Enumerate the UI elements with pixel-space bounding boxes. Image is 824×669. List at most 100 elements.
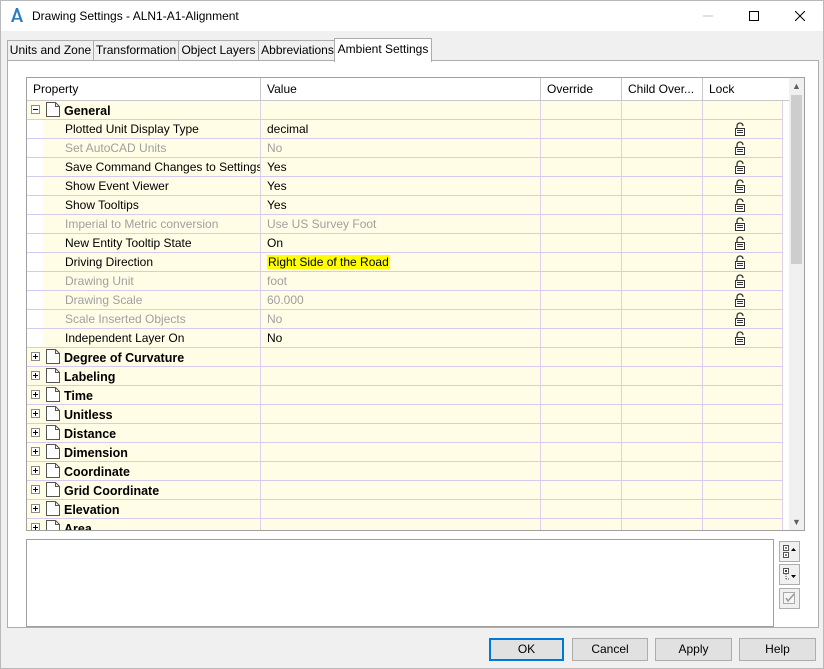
expand-icon[interactable] [31, 523, 40, 530]
column-header-child-override[interactable]: Child Over... [622, 78, 703, 100]
property-value[interactable]: Yes [261, 196, 541, 215]
property-row[interactable]: Scale Inserted Objects No [27, 310, 789, 329]
override-cell[interactable] [541, 177, 622, 196]
cancel-button[interactable]: Cancel [572, 638, 648, 661]
padlock-icon[interactable] [734, 293, 746, 307]
category-row[interactable]: Degree of Curvature [27, 348, 789, 367]
ok-button[interactable]: OK [489, 638, 564, 661]
lock-cell[interactable] [703, 196, 783, 215]
expand-icon[interactable] [31, 504, 40, 513]
property-value[interactable]: foot [261, 272, 541, 291]
category-row[interactable]: Coordinate [27, 462, 789, 481]
property-row[interactable]: Independent Layer On No [27, 329, 789, 348]
category-row[interactable]: Elevation [27, 500, 789, 519]
expand-icon[interactable] [31, 371, 40, 380]
padlock-icon[interactable] [734, 331, 746, 345]
property-row[interactable]: Show Tooltips Yes [27, 196, 789, 215]
override-cell[interactable] [541, 196, 622, 215]
tab-abbreviations[interactable]: Abbreviations [258, 40, 337, 60]
lock-cell[interactable] [703, 177, 783, 196]
padlock-icon[interactable] [734, 141, 746, 155]
lock-cell[interactable] [703, 234, 783, 253]
lock-cell[interactable] [703, 272, 783, 291]
override-cell[interactable] [541, 234, 622, 253]
property-value[interactable]: Right Side of the Road [261, 253, 541, 272]
tab-transformation[interactable]: Transformation [93, 40, 179, 60]
padlock-icon[interactable] [734, 236, 746, 250]
property-value[interactable]: No [261, 139, 541, 158]
property-row[interactable]: New Entity Tooltip State On [27, 234, 789, 253]
expand-icon[interactable] [31, 409, 40, 418]
category-row[interactable]: Time [27, 386, 789, 405]
property-value[interactable]: Yes [261, 177, 541, 196]
property-row[interactable]: Imperial to Metric conversion Use US Surv… [27, 215, 789, 234]
category-row-general[interactable]: General [27, 101, 789, 120]
override-cell[interactable] [541, 158, 622, 177]
expand-icon[interactable] [31, 352, 40, 361]
column-header-property[interactable]: Property [27, 78, 261, 100]
property-row[interactable]: Drawing Unit foot [27, 272, 789, 291]
property-row[interactable]: Save Command Changes to Settings Yes [27, 158, 789, 177]
property-value[interactable]: Yes [261, 158, 541, 177]
property-value[interactable]: On [261, 234, 541, 253]
padlock-icon[interactable] [734, 274, 746, 288]
override-cell[interactable] [541, 253, 622, 272]
lock-cell[interactable] [703, 215, 783, 234]
padlock-icon[interactable] [734, 160, 746, 174]
lock-cell[interactable] [703, 291, 783, 310]
padlock-icon[interactable] [734, 122, 746, 136]
scroll-up-arrow-icon[interactable]: ▲ [789, 78, 804, 93]
expand-icon[interactable] [31, 485, 40, 494]
expand-all-button[interactable] [779, 564, 800, 585]
padlock-icon[interactable] [734, 217, 746, 231]
edit-button[interactable] [779, 588, 800, 609]
minimize-button[interactable] [685, 1, 731, 31]
collapse-all-button[interactable] [779, 541, 800, 562]
category-row[interactable]: Distance [27, 424, 789, 443]
padlock-icon[interactable] [734, 312, 746, 326]
expand-icon[interactable] [31, 466, 40, 475]
padlock-icon[interactable] [734, 198, 746, 212]
category-row[interactable]: Dimension [27, 443, 789, 462]
lock-cell[interactable] [703, 158, 783, 177]
collapse-icon[interactable] [31, 105, 40, 114]
apply-button[interactable]: Apply [655, 638, 732, 661]
close-button[interactable] [777, 1, 823, 31]
override-cell[interactable] [541, 120, 622, 139]
property-value[interactable]: 60.000 [261, 291, 541, 310]
category-row[interactable]: Labeling [27, 367, 789, 386]
scrollbar-thumb[interactable] [791, 95, 802, 264]
override-cell[interactable] [541, 329, 622, 348]
property-value[interactable]: Use US Survey Foot [261, 215, 541, 234]
expand-icon[interactable] [31, 390, 40, 399]
category-row[interactable]: Area [27, 519, 789, 530]
column-header-override[interactable]: Override [541, 78, 622, 100]
lock-cell[interactable] [703, 329, 783, 348]
property-value[interactable]: decimal [261, 120, 541, 139]
property-row[interactable]: Driving Direction Right Side of the Road [27, 253, 789, 272]
property-row[interactable]: Drawing Scale 60.000 [27, 291, 789, 310]
padlock-icon[interactable] [734, 255, 746, 269]
expand-icon[interactable] [31, 428, 40, 437]
tab-ambient-settings[interactable]: Ambient Settings [334, 38, 432, 62]
override-cell[interactable] [541, 291, 622, 310]
expand-icon[interactable] [31, 447, 40, 456]
lock-cell[interactable] [703, 253, 783, 272]
category-row[interactable]: Grid Coordinate [27, 481, 789, 500]
maximize-button[interactable] [731, 1, 777, 31]
lock-cell[interactable] [703, 139, 783, 158]
override-cell[interactable] [541, 139, 622, 158]
column-header-lock[interactable]: Lock [703, 78, 789, 100]
override-cell[interactable] [541, 272, 622, 291]
property-row[interactable]: Plotted Unit Display Type decimal [27, 120, 789, 139]
category-row[interactable]: Unitless [27, 405, 789, 424]
override-cell[interactable] [541, 215, 622, 234]
property-row[interactable]: Show Event Viewer Yes [27, 177, 789, 196]
tab-units-and-zone[interactable]: Units and Zone [7, 40, 94, 60]
column-header-value[interactable]: Value [261, 78, 541, 100]
property-value[interactable]: No [261, 329, 541, 348]
help-button[interactable]: Help [739, 638, 816, 661]
padlock-icon[interactable] [734, 179, 746, 193]
property-value[interactable]: No [261, 310, 541, 329]
lock-cell[interactable] [703, 310, 783, 329]
